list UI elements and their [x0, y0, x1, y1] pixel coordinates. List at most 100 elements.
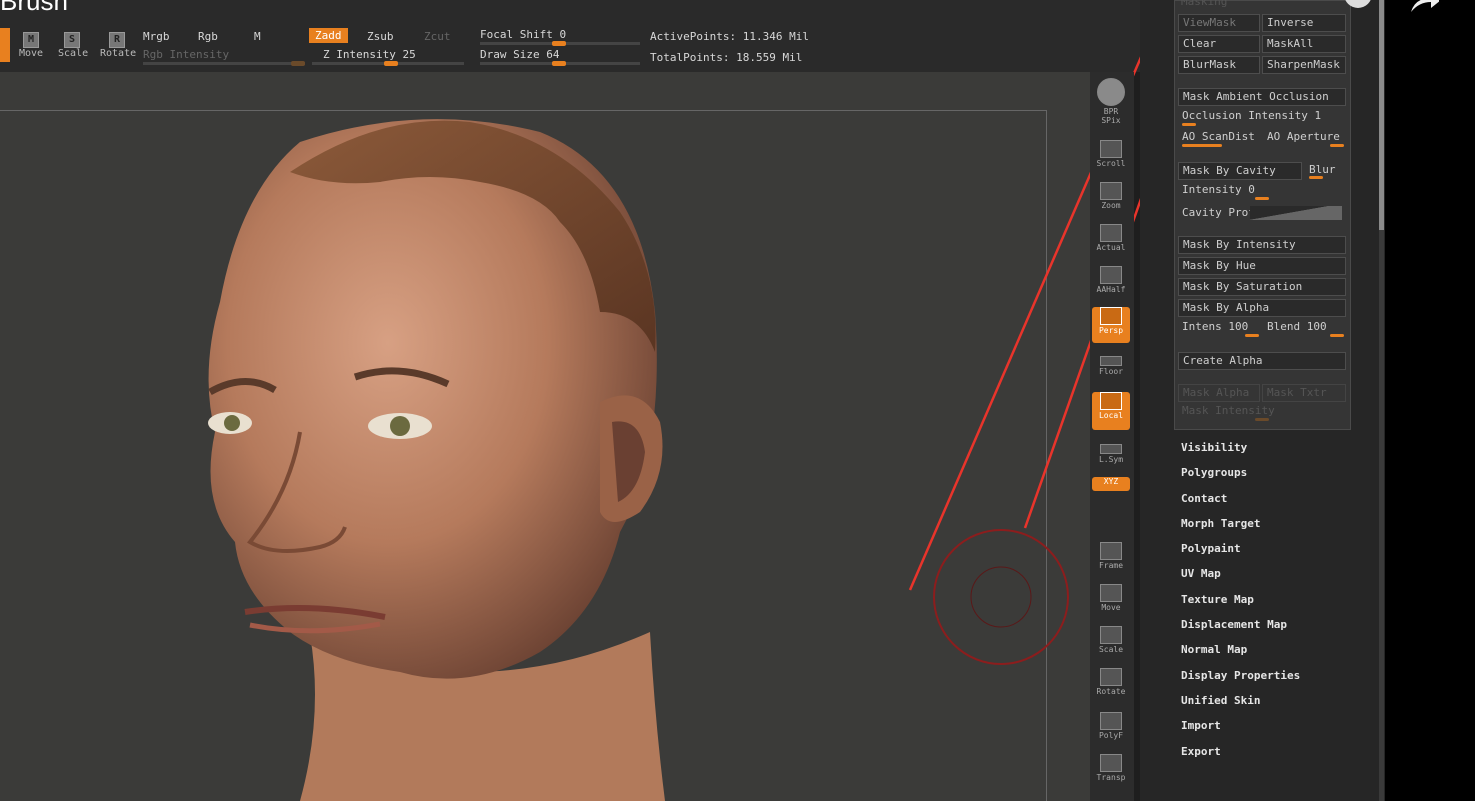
frame-button[interactable]: Frame — [1092, 542, 1130, 570]
hand-icon — [1100, 584, 1122, 602]
mask-by-saturation-button[interactable]: Mask By Saturation — [1178, 278, 1346, 296]
floor-icon — [1100, 356, 1122, 366]
mask-by-cavity-button[interactable]: Mask By Cavity — [1178, 162, 1302, 180]
move-view-button[interactable]: Move — [1092, 584, 1130, 612]
occlusion-intensity-slider[interactable]: Occlusion Intensity 1 — [1182, 109, 1321, 122]
tool-subpalette-list: Visibility Polygroups Contact Morph Targ… — [1181, 440, 1300, 769]
mask-ambient-occlusion-button[interactable]: Mask Ambient Occlusion — [1178, 88, 1346, 106]
persp-label: Persp — [1098, 326, 1124, 335]
lsym-label: L.Sym — [1098, 455, 1124, 464]
mask-by-alpha-button[interactable]: Mask By Alpha — [1178, 299, 1346, 317]
persp-button[interactable]: Persp — [1092, 307, 1130, 343]
subpalette-displacement-map[interactable]: Displacement Map — [1181, 617, 1300, 642]
frame-icon — [1100, 542, 1122, 560]
subpalette-texture-map[interactable]: Texture Map — [1181, 592, 1300, 617]
mask-by-hue-button[interactable]: Mask By Hue — [1178, 257, 1346, 275]
transp-icon — [1100, 754, 1122, 772]
video-side-area — [1345, 0, 1475, 801]
aahalf-icon — [1100, 266, 1122, 284]
rotate-view-icon — [1100, 668, 1122, 686]
aahalf-button[interactable]: AAHalf — [1092, 266, 1130, 294]
cavity-profile-graph[interactable] — [1250, 206, 1342, 220]
mask-alpha-button[interactable]: Mask Alpha — [1178, 384, 1260, 402]
subpalette-unified-skin[interactable]: Unified Skin — [1181, 693, 1300, 718]
create-alpha-button[interactable]: Create Alpha — [1178, 352, 1346, 370]
scroll-label: Scroll — [1096, 159, 1126, 168]
sphere-icon — [1097, 78, 1125, 106]
scroll-icon — [1100, 140, 1122, 158]
clock-icon[interactable] — [1340, 0, 1372, 14]
local-label: Local — [1098, 411, 1124, 420]
blur-slider[interactable]: Blur — [1309, 163, 1336, 176]
blend-slider[interactable]: Blend 100 — [1267, 320, 1327, 333]
ao-scandist-knob[interactable] — [1182, 144, 1222, 147]
floor-label: Floor — [1098, 367, 1124, 376]
spix-button[interactable]: SPix — [1092, 116, 1130, 125]
subpalette-export[interactable]: Export — [1181, 744, 1300, 769]
inverse-button[interactable]: Inverse — [1262, 14, 1346, 32]
grid-icon — [1100, 712, 1122, 730]
lsym-icon — [1100, 444, 1122, 454]
brush-cursor-inner — [970, 566, 1032, 628]
local-icon — [1100, 392, 1122, 410]
zoom-label: Zoom — [1101, 201, 1121, 210]
occlusion-intensity-knob[interactable] — [1182, 123, 1196, 126]
blend-knob[interactable] — [1330, 334, 1344, 337]
mask-intensity-slider[interactable]: Mask Intensity — [1182, 404, 1275, 417]
mask-by-intensity-button[interactable]: Mask By Intensity — [1178, 236, 1346, 254]
bpr-label: BPR — [1103, 107, 1119, 116]
subpalette-morph-target[interactable]: Morph Target — [1181, 516, 1300, 541]
zoom-icon — [1100, 182, 1122, 200]
ao-aperture-knob[interactable] — [1330, 144, 1344, 147]
masking-header[interactable]: Masking — [1181, 0, 1227, 8]
maskall-button[interactable]: MaskAll — [1262, 35, 1346, 53]
bpr-button[interactable]: BPR — [1092, 78, 1130, 116]
magnifier-icon — [1100, 626, 1122, 644]
aahalf-label: AAHalf — [1096, 285, 1126, 294]
subpalette-visibility[interactable]: Visibility — [1181, 440, 1300, 465]
ao-scandist-slider[interactable]: AO ScanDist — [1182, 130, 1255, 143]
scale-view-label: Scale — [1098, 645, 1124, 654]
right-shelf: BPR SPix Scroll Zoom Actual AAHalf Persp… — [1090, 72, 1134, 801]
floor-button[interactable]: Floor — [1092, 356, 1130, 376]
subpalette-polygroups[interactable]: Polygroups — [1181, 465, 1300, 490]
move-view-label: Move — [1101, 603, 1121, 612]
intens-knob[interactable] — [1245, 334, 1259, 337]
scroll-button[interactable]: Scroll — [1092, 140, 1130, 168]
subpalette-display-properties[interactable]: Display Properties — [1181, 668, 1300, 693]
lsym-button[interactable]: L.Sym — [1092, 444, 1130, 464]
share-icon[interactable] — [1407, 0, 1439, 14]
ao-aperture-slider[interactable]: AO Aperture — [1267, 130, 1340, 143]
local-button[interactable]: Local — [1092, 392, 1130, 430]
actual-button[interactable]: Actual — [1092, 224, 1130, 252]
cavity-intensity-knob[interactable] — [1255, 197, 1269, 200]
subpalette-normal-map[interactable]: Normal Map — [1181, 642, 1300, 667]
frame-label: Frame — [1098, 561, 1124, 570]
rotate-view-button[interactable]: Rotate — [1092, 668, 1130, 696]
blur-knob[interactable] — [1309, 176, 1323, 179]
subpalette-uv-map[interactable]: UV Map — [1181, 566, 1300, 591]
transp-label: Transp — [1096, 773, 1126, 782]
mask-intensity-knob[interactable] — [1255, 418, 1269, 421]
viewmask-button[interactable]: ViewMask — [1178, 14, 1260, 32]
brush-cursor-outer — [933, 529, 1069, 665]
subpalette-import[interactable]: Import — [1181, 718, 1300, 743]
clear-button[interactable]: Clear — [1178, 35, 1260, 53]
sharpenmask-button[interactable]: SharpenMask — [1262, 56, 1346, 74]
scale-view-button[interactable]: Scale — [1092, 626, 1130, 654]
mask-txtr-button[interactable]: Mask Txtr — [1262, 384, 1346, 402]
palette-scrollbar-thumb[interactable] — [1379, 0, 1384, 230]
polyf-label: PolyF — [1098, 731, 1124, 740]
cavity-intensity-slider[interactable]: Intensity 0 — [1182, 183, 1255, 196]
polyf-button[interactable]: PolyF — [1092, 712, 1130, 740]
actual-icon — [1100, 224, 1122, 242]
subpalette-polypaint[interactable]: Polypaint — [1181, 541, 1300, 566]
subpalette-contact[interactable]: Contact — [1181, 491, 1300, 516]
zoom-button[interactable]: Zoom — [1092, 182, 1130, 210]
xyz-button[interactable]: XYZ — [1092, 477, 1130, 491]
spix-label: SPix — [1101, 116, 1121, 125]
intens-slider[interactable]: Intens 100 — [1182, 320, 1248, 333]
transp-button[interactable]: Transp — [1092, 754, 1130, 782]
blurmask-button[interactable]: BlurMask — [1178, 56, 1260, 74]
xyz-label: XYZ — [1103, 477, 1119, 486]
